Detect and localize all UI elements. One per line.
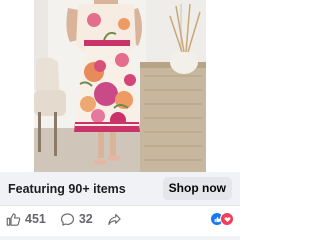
dress-photo (34, 0, 206, 172)
ad-headline: Featuring 90+ items (8, 181, 126, 196)
ad-post: Featuring 90+ items Shop now 451 32 (0, 0, 240, 240)
comment-button[interactable]: 32 (60, 212, 93, 227)
engagement-bar: 451 32 (0, 206, 240, 232)
love-reaction-icon (220, 212, 234, 226)
reaction-summary[interactable] (210, 212, 234, 226)
post-separator (0, 236, 240, 240)
shop-now-button[interactable]: Shop now (162, 177, 232, 200)
share-button[interactable] (107, 212, 122, 227)
comment-count: 32 (78, 212, 93, 226)
like-button[interactable]: 451 (6, 212, 46, 227)
comment-icon (60, 212, 75, 227)
product-image[interactable] (34, 0, 206, 172)
share-icon (107, 212, 122, 227)
cta-bar[interactable]: Featuring 90+ items Shop now (0, 172, 240, 205)
like-count: 451 (25, 212, 46, 226)
thumbs-up-icon (6, 212, 21, 227)
